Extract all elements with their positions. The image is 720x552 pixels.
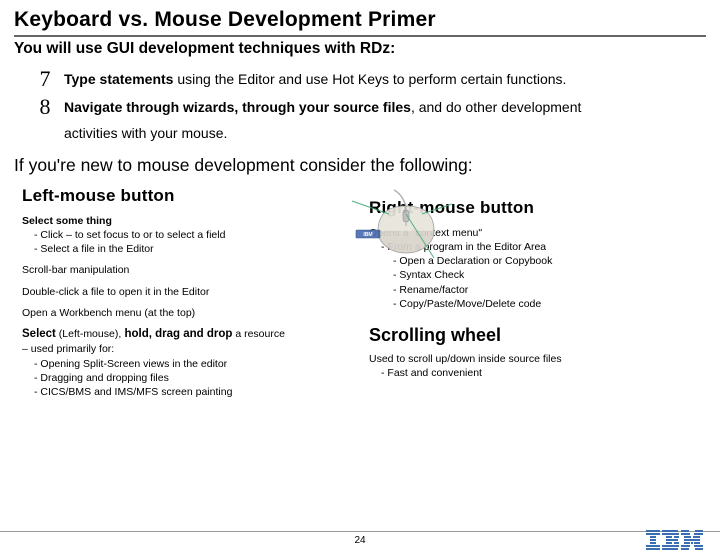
scrolling-text: Used to scroll up/down inside source fil… <box>369 352 706 380</box>
bullet-text: Navigate through wizards, through your s… <box>64 96 581 117</box>
footer: 24 <box>0 531 720 534</box>
workbench-text: Open a Workbench menu (at the top) <box>22 306 359 320</box>
slide-subtitle: You will use GUI development techniques … <box>14 40 706 58</box>
bullet-list: 7 Type statements using the Editor and u… <box>34 68 706 143</box>
page-number: 24 <box>354 535 365 546</box>
drag-block: Select (Left-mouse), hold, drag and drop… <box>22 327 359 399</box>
slide-title: Keyboard vs. Mouse Development Primer <box>14 8 706 37</box>
bullet-text: Type statements using the Editor and use… <box>64 68 566 89</box>
doubleclick-text: Double-click a file to open it in the Ed… <box>22 285 359 299</box>
section-heading: If you're new to mouse development consi… <box>14 155 706 176</box>
left-mouse-heading: Left-mouse button <box>22 186 359 206</box>
scrollbar-text: Scroll-bar manipulation <box>22 263 359 277</box>
keyboard-icon: 7 <box>34 68 56 90</box>
select-block: Select some thing - Click – to set focus… <box>22 214 359 257</box>
bullet-continuation: activities with your mouse. <box>64 124 706 143</box>
left-column: Left-mouse button Select some thing - Cl… <box>14 186 359 406</box>
bullet-item: 8 Navigate through wizards, through your… <box>34 96 706 118</box>
columns: IBM Left-mouse button Select some thing … <box>14 186 706 406</box>
svg-text:IBM: IBM <box>363 232 372 238</box>
bullet-item: 7 Type statements using the Editor and u… <box>34 68 706 90</box>
mouse-illustration: IBM <box>344 186 454 266</box>
mouse-icon: 8 <box>34 96 56 118</box>
scrolling-wheel-heading: Scrolling wheel <box>369 325 706 346</box>
ibm-logo <box>646 528 704 552</box>
